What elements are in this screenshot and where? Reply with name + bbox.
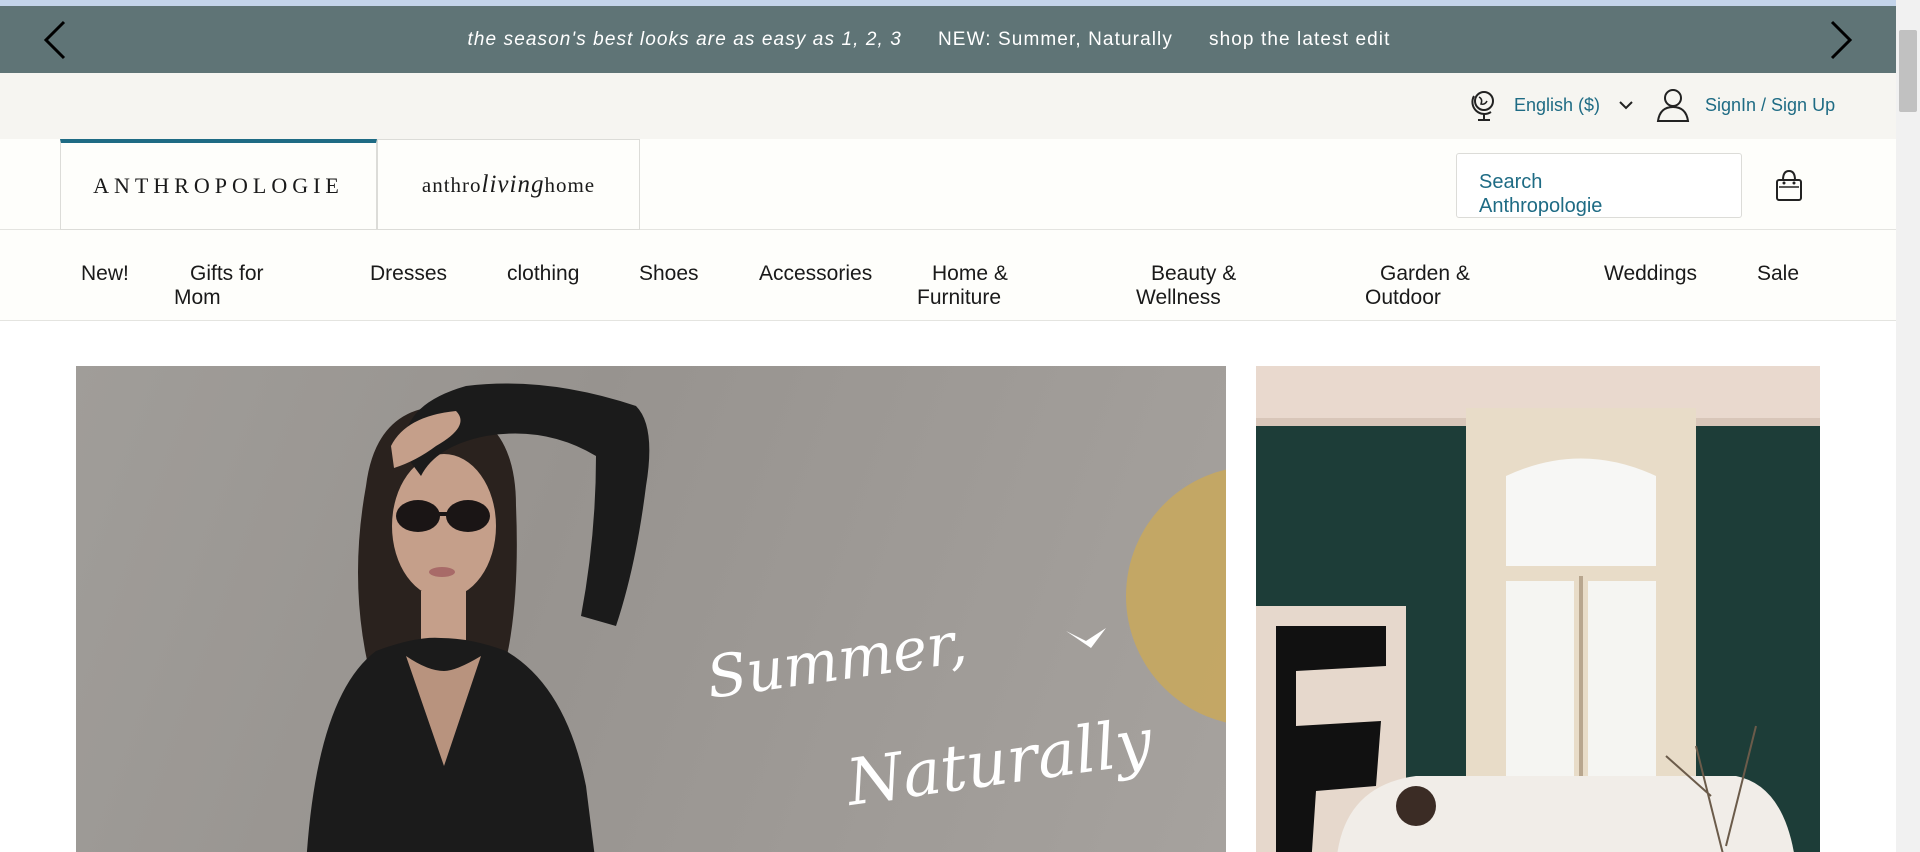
promo-next-button[interactable] [1820,18,1860,62]
nav-item-clothing[interactable]: clothing [507,262,579,286]
hero-interior-photo [1256,366,1820,852]
language-selector[interactable]: English ($) [1514,89,1634,121]
scrollbar-thumb[interactable] [1899,30,1917,112]
main-content: Summer, Naturally [0,321,1896,852]
promo-messages: the season's best looks are as easy as 1… [0,6,1896,73]
promo-message-looks[interactable]: the season's best looks are as easy as 1… [468,29,902,51]
nav-item-beauty-wellness[interactable]: Beauty & Wellness [1136,262,1296,310]
hero-home-interior[interactable] [1256,366,1820,852]
site-header: ANTHROPOLOGIE anthrolivinghome Search An… [0,139,1896,230]
chevron-down-icon [1619,101,1633,110]
hero-summer-naturally[interactable]: Summer, Naturally [76,366,1226,852]
nav-item-sale[interactable]: Sale [1757,262,1799,286]
nav-item-gifts-for-mom[interactable]: Gifts for Mom [174,262,314,310]
chevron-right-icon [1830,20,1853,60]
nav-item-home-furniture[interactable]: Home & Furniture [917,262,1077,310]
main-navigation: New! Gifts for Mom Dresses clothing Shoe… [0,230,1896,321]
language-label: English ($) [1514,94,1601,115]
user-icon[interactable] [1656,87,1690,123]
brand-tab-anthroliving[interactable]: anthrolivinghome [377,139,640,230]
nav-item-garden-outdoor[interactable]: Garden & Outdoor [1365,262,1525,310]
search-input[interactable]: Search Anthropologie [1456,153,1742,218]
logo-part-anthro: anthro [421,172,482,197]
nav-item-dresses[interactable]: Dresses [370,262,447,286]
logo-part-home: home [544,172,596,197]
page-scrollbar[interactable] [1896,0,1920,852]
promo-message-shop[interactable]: shop the latest edit [1209,29,1391,51]
utility-bar: English ($) SignIn / Sign Up [0,73,1896,139]
anthropologie-logo: ANTHROPOLOGIE [93,173,344,198]
globe-icon [1471,91,1494,121]
nav-item-new[interactable]: New! [81,262,129,286]
anthroliving-logo: anthrolivinghome [422,171,595,199]
nav-item-shoes[interactable]: Shoes [639,262,699,286]
shopping-bag-icon[interactable] [1773,168,1805,202]
promo-bar: the season's best looks are as easy as 1… [0,6,1896,73]
nav-item-accessories[interactable]: Accessories [759,262,872,286]
signin-link[interactable]: SignIn / Sign Up [1705,95,1835,116]
brand-tab-anthropologie[interactable]: ANTHROPOLOGIE [60,139,377,230]
search-placeholder: Search Anthropologie [1479,171,1603,217]
nav-item-weddings[interactable]: Weddings [1604,262,1697,286]
logo-part-living: living [481,170,545,198]
promo-message-new[interactable]: NEW: Summer, Naturally [938,29,1173,51]
